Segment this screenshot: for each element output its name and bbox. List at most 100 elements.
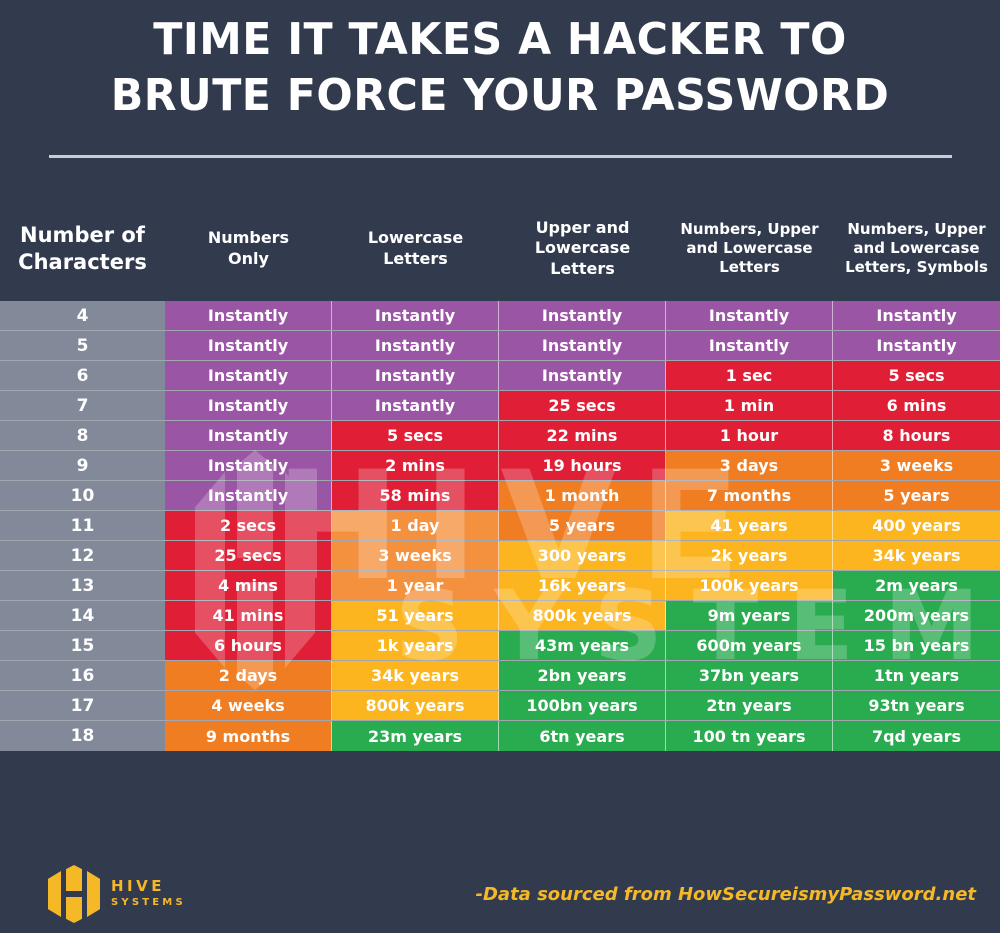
crack-time-cell: 22 mins: [499, 421, 666, 450]
crack-time-cell: 1 min: [666, 391, 833, 420]
crack-time-cell: 3 days: [666, 451, 833, 480]
character-count-cell: 12: [0, 541, 165, 570]
crack-time-cell: Instantly: [666, 301, 833, 330]
crack-time-cell: 3 weeks: [833, 451, 1000, 480]
crack-time-cell: 2 days: [165, 661, 332, 690]
crack-time-cell: 1 hour: [666, 421, 833, 450]
character-count-cell: 8: [0, 421, 165, 450]
crack-time-cell: Instantly: [833, 301, 1000, 330]
character-count-cell: 15: [0, 631, 165, 660]
table-row: 16 2 days 34k years 2bn years 37bn years 1tn …: [0, 661, 1000, 691]
title-line-1: TIME IT TAKES A HACKER TO: [153, 14, 847, 65]
crack-time-cell: Instantly: [165, 481, 332, 510]
crack-time-cell: 1 sec: [666, 361, 833, 390]
crack-time-cell: 2 secs: [165, 511, 332, 540]
column-header-line: Numbers, Upper: [680, 219, 819, 238]
character-count-cell: 16: [0, 661, 165, 690]
crack-time-cell: 8 hours: [833, 421, 1000, 450]
character-count-cell: 14: [0, 601, 165, 630]
crack-time-cell: 25 secs: [499, 391, 666, 420]
crack-time-cell: Instantly: [499, 361, 666, 390]
column-header-line: Upper and: [535, 217, 630, 237]
table-row: 12 25 secs 3 weeks 300 years 2k years 34k yea…: [0, 541, 1000, 571]
crack-time-cell: 1 year: [332, 571, 499, 600]
title-divider: [48, 155, 952, 158]
data-source-attribution: -Data sourced from HowSecureismyPassword…: [475, 883, 976, 905]
column-header-2: Lowercase Letters: [332, 228, 499, 269]
crack-time-cell: 5 secs: [833, 361, 1000, 390]
column-header-line: and Lowercase: [853, 238, 980, 257]
crack-time-cell: 7qd years: [833, 721, 1000, 751]
crack-time-cell: 200m years: [833, 601, 1000, 630]
character-count-cell: 7: [0, 391, 165, 420]
crack-time-cell: 4 weeks: [165, 691, 332, 720]
table-row: 8 Instantly 5 secs 22 mins 1 hour 8 hours: [0, 421, 1000, 451]
crack-time-cell: 34k years: [332, 661, 499, 690]
crack-time-cell: Instantly: [165, 301, 332, 330]
crack-time-cell: Instantly: [499, 301, 666, 330]
crack-time-cell: 100k years: [666, 571, 833, 600]
crack-time-cell: 5 years: [833, 481, 1000, 510]
column-header-3: Upper and Lowercase Letters: [499, 218, 666, 279]
crack-time-cell: 300 years: [499, 541, 666, 570]
column-header-line: Letters, Symbols: [845, 258, 988, 277]
crack-time-cell: 2tn years: [666, 691, 833, 720]
character-count-cell: 11: [0, 511, 165, 540]
character-count-cell: 9: [0, 451, 165, 480]
column-header-line: Numbers: [207, 228, 290, 248]
character-count-cell: 17: [0, 691, 165, 720]
crack-time-cell: 1 day: [332, 511, 499, 540]
crack-time-cell: Instantly: [499, 331, 666, 360]
crack-time-cell: 23m years: [332, 721, 499, 751]
crack-time-cell: Instantly: [332, 361, 499, 390]
logo-wordmark: HIVE SYSTEMS: [111, 877, 186, 911]
footer: HIVE SYSTEMS -Data sourced from HowSecur…: [0, 855, 1000, 933]
crack-time-cell: 400 years: [833, 511, 1000, 540]
character-count-cell: 5: [0, 331, 165, 360]
crack-time-cell: 600m years: [666, 631, 833, 660]
crack-time-cell: 6 mins: [833, 391, 1000, 420]
column-header-line: and Lowercase: [686, 238, 813, 257]
column-header-4: Numbers, Upper and Lowercase Letters: [666, 220, 833, 278]
column-header-line: Characters: [18, 249, 147, 274]
table-row: 18 9 months 23m years 6tn years 100 tn years…: [0, 721, 1000, 751]
crack-time-cell: 100bn years: [499, 691, 666, 720]
table-row: 10 Instantly 58 mins 1 month 7 months 5 years: [0, 481, 1000, 511]
crack-time-cell: Instantly: [332, 391, 499, 420]
crack-time-cell: 800k years: [332, 691, 499, 720]
table-row: 13 4 mins 1 year 16k years 100k years 2m year…: [0, 571, 1000, 601]
crack-time-cell: 2m years: [833, 571, 1000, 600]
table-row: 7 Instantly Instantly 25 secs 1 min 6 mins: [0, 391, 1000, 421]
page-title: TIME IT TAKES A HACKER TO BRUTE FORCE YO…: [0, 0, 1000, 124]
column-header-line: Number of: [20, 222, 145, 247]
character-count-cell: 10: [0, 481, 165, 510]
crack-time-cell: 2bn years: [499, 661, 666, 690]
column-header-1: Numbers Only: [165, 228, 332, 269]
character-count-cell: 18: [0, 721, 165, 751]
column-header-line: Numbers, Upper: [847, 219, 986, 238]
crack-time-cell: 37bn years: [666, 661, 833, 690]
crack-time-cell: 51 years: [332, 601, 499, 630]
crack-time-cell: Instantly: [165, 331, 332, 360]
crack-time-cell: 5 secs: [332, 421, 499, 450]
hive-systems-logo[interactable]: HIVE SYSTEMS: [48, 865, 186, 923]
crack-time-cell: 2 mins: [332, 451, 499, 480]
crack-time-cell: 43m years: [499, 631, 666, 660]
crack-time-cell: Instantly: [332, 331, 499, 360]
crack-time-cell: 6tn years: [499, 721, 666, 751]
table-row: 9 Instantly 2 mins 19 hours 3 days 3 weeks: [0, 451, 1000, 481]
crack-time-cell: Instantly: [332, 301, 499, 330]
crack-time-cell: Instantly: [165, 391, 332, 420]
character-count-cell: 4: [0, 301, 165, 330]
column-header-0: Number of Characters: [0, 222, 165, 276]
crack-time-cell: 9 months: [165, 721, 332, 751]
crack-time-cell: 34k years: [833, 541, 1000, 570]
logo-hive-text: HIVE: [111, 877, 165, 895]
column-header-5: Numbers, Upper and Lowercase Letters, Symb…: [833, 220, 1000, 278]
table-row: 14 41 mins 51 years 800k years 9m years 200m …: [0, 601, 1000, 631]
crack-time-cell: Instantly: [165, 451, 332, 480]
table-row: 6 Instantly Instantly Instantly 1 sec 5 secs: [0, 361, 1000, 391]
table-row: 11 2 secs 1 day 5 years 41 years 400 years: [0, 511, 1000, 541]
crack-time-cell: 1k years: [332, 631, 499, 660]
crack-time-cell: 800k years: [499, 601, 666, 630]
